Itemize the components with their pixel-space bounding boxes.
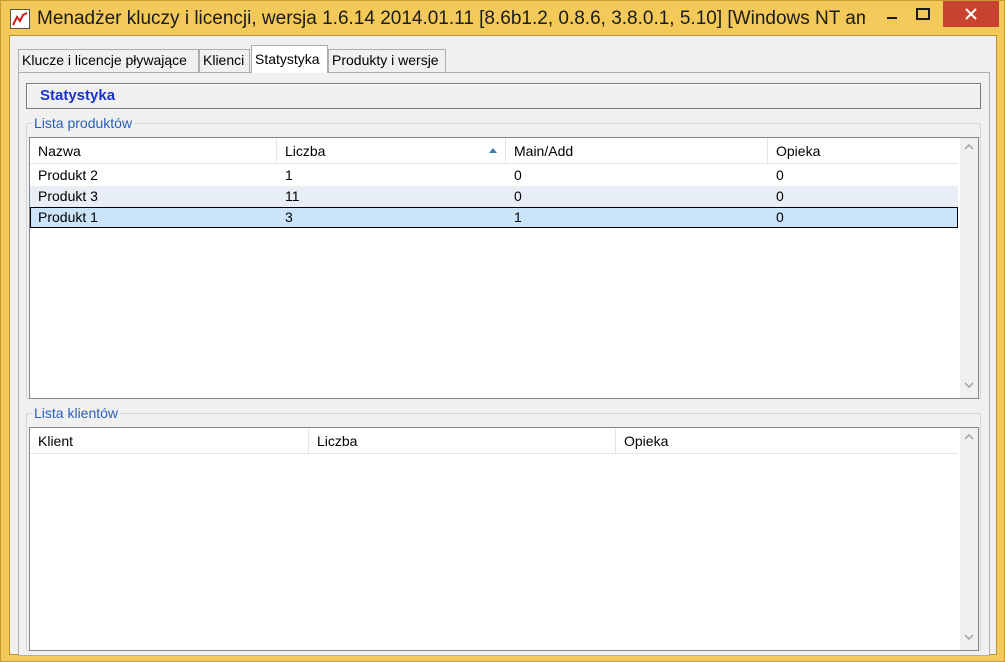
- cell-care: 0: [776, 167, 784, 183]
- sort-ascending-icon: [489, 148, 497, 153]
- maximize-icon: [916, 8, 930, 20]
- tab-label: Klienci: [203, 52, 245, 68]
- cell-count: 11: [285, 188, 300, 204]
- close-icon: [965, 8, 977, 20]
- scroll-up-button[interactable]: [960, 434, 978, 440]
- column-header-client[interactable]: Klient: [30, 428, 309, 454]
- clients-scrollbar[interactable]: [960, 428, 978, 650]
- table-row[interactable]: Produkt 2 1 0 0: [30, 165, 958, 186]
- title-bar[interactable]: Menadżer kluczy i licencji, wersja 1.6.1…: [1, 1, 1004, 35]
- statistics-panel: Statystyka Lista produktów Nazwa Liczba …: [18, 72, 990, 656]
- clients-group-legend: Lista klientów: [32, 405, 121, 421]
- minimize-button[interactable]: [877, 1, 907, 27]
- cell-main-add: 1: [514, 209, 522, 225]
- clients-list-header: Klient Liczba Opieka: [30, 428, 958, 454]
- tab-floating-keys[interactable]: Klucze i licencje pływające: [18, 49, 199, 72]
- column-header-count[interactable]: Liczba: [309, 428, 616, 454]
- panel-header: Statystyka: [26, 83, 981, 109]
- cell-name: Produkt 1: [38, 209, 98, 225]
- chevron-down-icon: [964, 634, 974, 640]
- cell-name: Produkt 3: [38, 188, 98, 204]
- maximize-button[interactable]: [907, 1, 939, 27]
- window-title: Menadżer kluczy i licencji, wersja 1.6.1…: [37, 8, 865, 29]
- products-list-header: Nazwa Liczba Main/Add Opieka: [30, 138, 958, 164]
- products-group-legend: Lista produktów: [32, 115, 135, 131]
- column-label: Main/Add: [514, 143, 574, 159]
- chevron-up-icon: [964, 434, 974, 440]
- cell-count: 1: [285, 167, 293, 183]
- column-label: Nazwa: [38, 143, 81, 159]
- scroll-down-button[interactable]: [960, 634, 978, 640]
- column-label: Liczba: [317, 433, 358, 449]
- scroll-up-button[interactable]: [960, 144, 978, 150]
- column-header-name[interactable]: Nazwa: [30, 138, 277, 164]
- column-header-care[interactable]: Opieka: [768, 138, 958, 164]
- tab-label: Klucze i licencje pływające: [22, 52, 187, 68]
- column-header-count[interactable]: Liczba: [277, 138, 506, 164]
- column-header-main-add[interactable]: Main/Add: [506, 138, 768, 164]
- cell-main-add: 0: [514, 167, 522, 183]
- clients-list[interactable]: Klient Liczba Opieka: [29, 427, 979, 651]
- table-row[interactable]: Produkt 3 11 0 0: [30, 186, 958, 207]
- tab-label: Statystyka: [255, 51, 320, 67]
- column-label: Opieka: [624, 433, 669, 449]
- minimize-icon: [887, 17, 897, 19]
- scroll-down-button[interactable]: [960, 382, 978, 388]
- tab-label: Produkty i wersje: [332, 52, 439, 68]
- cell-count: 3: [285, 209, 293, 225]
- products-scrollbar[interactable]: [960, 138, 978, 398]
- tab-statistics[interactable]: Statystyka: [251, 45, 328, 73]
- chevron-down-icon: [964, 382, 974, 388]
- cell-name: Produkt 2: [38, 167, 98, 183]
- chart-line-icon[interactable]: [10, 9, 30, 29]
- table-row-selected[interactable]: Produkt 1 3 1 0: [30, 207, 958, 228]
- column-label: Opieka: [776, 143, 821, 159]
- cell-main-add: 0: [514, 188, 522, 204]
- main-window: Menadżer kluczy i licencji, wersja 1.6.1…: [0, 0, 1005, 662]
- tab-products-versions[interactable]: Produkty i wersje: [328, 49, 446, 72]
- cell-care: 0: [776, 209, 784, 225]
- products-list[interactable]: Nazwa Liczba Main/Add Opieka Produkt 2 1…: [29, 137, 979, 399]
- column-label: Liczba: [285, 143, 326, 159]
- chevron-up-icon: [964, 144, 974, 150]
- column-header-care[interactable]: Opieka: [616, 428, 958, 454]
- page-title: Statystyka: [40, 87, 116, 104]
- close-button[interactable]: [943, 1, 999, 27]
- cell-care: 0: [776, 188, 784, 204]
- tab-clients[interactable]: Klienci: [199, 49, 250, 72]
- client-area: Klucze i licencje pływające Klienci Stat…: [9, 35, 997, 656]
- clients-group: Lista klientów Klient Liczba Opieka: [26, 405, 981, 651]
- column-label: Klient: [38, 433, 74, 449]
- products-group: Lista produktów Nazwa Liczba Main/Add Op…: [26, 115, 981, 399]
